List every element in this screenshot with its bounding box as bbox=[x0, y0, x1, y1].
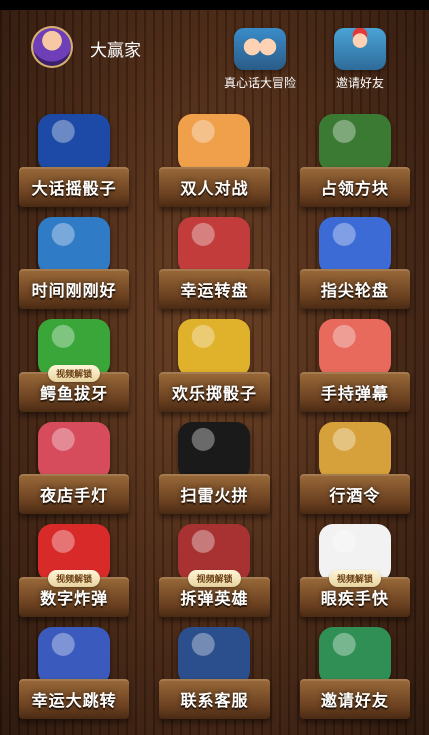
game-label: 幸运转盘 bbox=[180, 281, 249, 300]
game-tile[interactable]: 指尖轮盘 bbox=[294, 213, 416, 316]
game-label: 拆弹英雄 bbox=[180, 588, 249, 608]
game-tile[interactable]: 幸运大跳转 bbox=[13, 623, 135, 726]
finger-spinner-icon bbox=[318, 216, 391, 275]
game-label: 欢乐掷骰子 bbox=[171, 383, 257, 403]
game-label: 占领方块 bbox=[320, 178, 389, 198]
game-label: 时间刚刚好 bbox=[31, 281, 117, 300]
game-tile[interactable]: 夜店手灯 bbox=[13, 418, 135, 521]
nightclub-light-icon bbox=[38, 421, 111, 480]
game-label: 夜店手灯 bbox=[40, 486, 109, 505]
cheers-icon bbox=[318, 421, 391, 480]
truth-or-dare-icon bbox=[234, 28, 286, 70]
game-label: 行酒令 bbox=[329, 486, 381, 505]
game-tile[interactable]: 扫雷火拼 bbox=[153, 418, 275, 521]
game-label: 大话摇骰子 bbox=[31, 178, 117, 198]
game-tile[interactable]: 占领方块 bbox=[294, 110, 416, 213]
game-label: 邀请好友 bbox=[320, 691, 389, 710]
user-avatar[interactable] bbox=[31, 26, 73, 68]
game-label: 双人对战 bbox=[180, 178, 249, 198]
games-grid: 大话摇骰子 双人对战 占领方块时间刚刚好 幸运转盘 指尖轮盘视频解锁 鳄鱼拔牙欢乐掷骰子 手… bbox=[13, 110, 416, 725]
game-tile[interactable]: 双人对战 bbox=[153, 110, 275, 213]
status-bar bbox=[0, 0, 429, 10]
invite-friend-top-button[interactable]: 邀请好友 bbox=[315, 28, 405, 91]
soldiers-icon bbox=[318, 114, 391, 172]
game-label: 鳄鱼拔牙 bbox=[40, 383, 109, 403]
lucky-wheel-icon bbox=[178, 216, 251, 275]
game-label: 数字炸弹 bbox=[40, 588, 109, 608]
invite-group-icon bbox=[318, 626, 391, 685]
game-tile[interactable]: 行酒令 bbox=[294, 418, 416, 521]
game-label: 幸运大跳转 bbox=[31, 691, 117, 710]
game-tile[interactable]: 视频解锁 数字炸弹 bbox=[13, 520, 135, 623]
game-label: 指尖轮盘 bbox=[320, 281, 389, 300]
game-tile[interactable]: 时间刚刚好 bbox=[13, 213, 135, 316]
game-tile[interactable]: 邀请好友 bbox=[294, 623, 416, 726]
invite-friend-icon bbox=[334, 28, 386, 70]
username: 大赢家 bbox=[90, 41, 141, 61]
game-tile[interactable]: 视频解锁 鳄鱼拔牙 bbox=[13, 315, 135, 418]
golden-dice-icon bbox=[178, 319, 251, 377]
invite-friend-top-label: 邀请好友 bbox=[335, 76, 384, 90]
fists-battle-icon bbox=[178, 114, 251, 172]
customer-service-icon bbox=[178, 626, 251, 685]
game-label: 眼疾手快 bbox=[320, 588, 389, 608]
clock-person-icon bbox=[38, 216, 111, 275]
game-label: 手持弹幕 bbox=[320, 383, 389, 403]
truth-or-dare-label: 真心话大冒险 bbox=[223, 76, 296, 90]
dice-cup-icon bbox=[38, 114, 111, 172]
jumping-people-icon bbox=[38, 626, 111, 685]
game-tile[interactable]: 视频解锁 眼疾手快 bbox=[294, 520, 416, 623]
truth-or-dare-button[interactable]: 真心话大冒险 bbox=[215, 28, 305, 91]
handheld-phone-icon bbox=[318, 319, 391, 377]
header: 大赢家 真心话大冒险 邀请好友 bbox=[0, 10, 429, 100]
game-label: 扫雷火拼 bbox=[180, 486, 249, 505]
game-tile[interactable]: 大话摇骰子 bbox=[13, 110, 135, 213]
game-tile[interactable]: 联系客服 bbox=[153, 623, 275, 726]
game-tile[interactable]: 手持弹幕 bbox=[294, 315, 416, 418]
game-tile[interactable]: 视频解锁 拆弹英雄 bbox=[153, 520, 275, 623]
bombs-icon bbox=[178, 421, 251, 480]
game-tile[interactable]: 幸运转盘 bbox=[153, 213, 275, 316]
game-label: 联系客服 bbox=[180, 691, 249, 710]
game-tile[interactable]: 欢乐掷骰子 bbox=[153, 315, 275, 418]
